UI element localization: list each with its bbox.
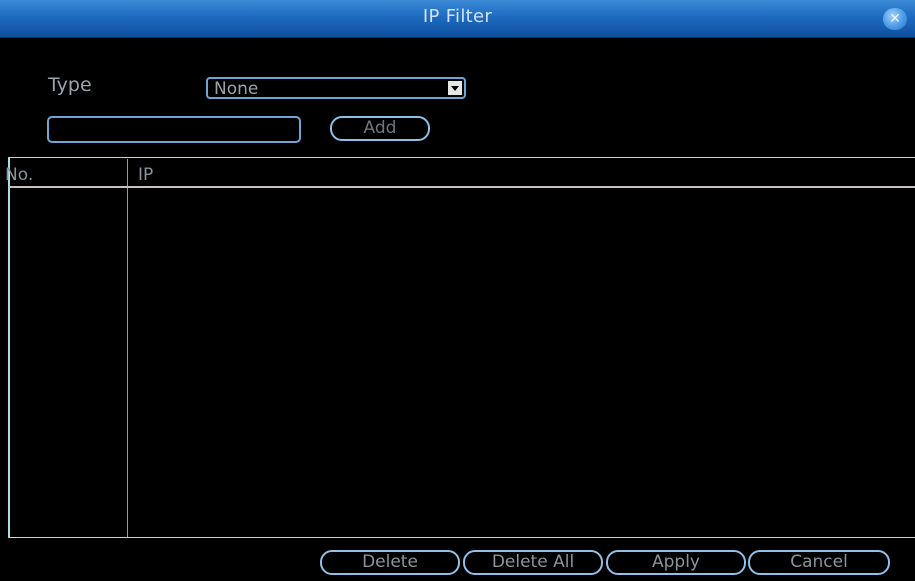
delete-all-button[interactable]: Delete All <box>463 550 603 575</box>
type-label: Type <box>48 74 92 96</box>
column-header-no: No. <box>5 165 34 185</box>
ip-table <box>8 157 915 538</box>
column-divider <box>127 159 128 537</box>
column-header-ip: IP <box>138 165 154 185</box>
title-bar: IP Filter ✕ <box>0 0 915 38</box>
delete-button[interactable]: Delete <box>320 550 460 575</box>
chevron-down-icon[interactable] <box>448 81 462 95</box>
apply-button[interactable]: Apply <box>606 550 746 575</box>
close-icon[interactable]: ✕ <box>883 8 907 30</box>
cancel-button[interactable]: Cancel <box>748 550 890 575</box>
ip-input[interactable] <box>47 116 301 143</box>
add-button[interactable]: Add <box>330 116 430 141</box>
window-title: IP Filter <box>422 6 493 27</box>
header-divider <box>8 186 915 188</box>
type-select-value: None <box>214 79 259 99</box>
type-select[interactable]: None <box>206 77 466 99</box>
